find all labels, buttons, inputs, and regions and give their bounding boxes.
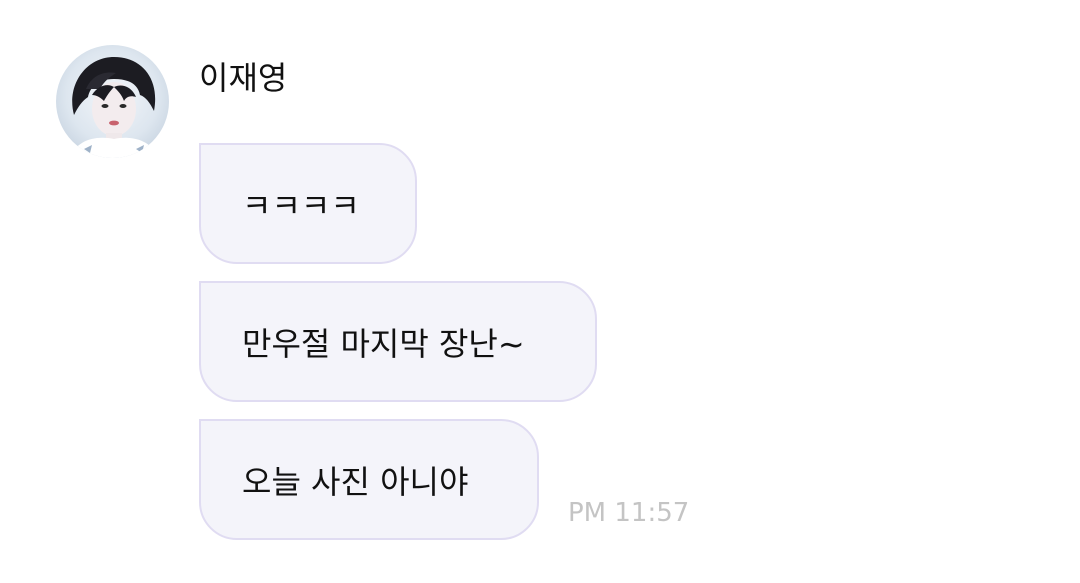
profile-photo-icon: [70, 57, 158, 158]
message-bubble[interactable]: 만우절 마지막 장난~: [199, 281, 597, 402]
avatar[interactable]: [56, 45, 169, 158]
message-timestamp: PM 11:57: [568, 498, 690, 528]
sender-name: 이재영: [199, 59, 288, 97]
message-text: 오늘 사진 아니야: [242, 462, 469, 501]
message-text: 만우절 마지막 장난~: [242, 324, 525, 363]
message-text: ㅋㅋㅋㅋ: [242, 186, 360, 225]
message-bubble[interactable]: ㅋㅋㅋㅋ: [199, 143, 417, 264]
message-bubble[interactable]: 오늘 사진 아니야: [199, 419, 539, 540]
